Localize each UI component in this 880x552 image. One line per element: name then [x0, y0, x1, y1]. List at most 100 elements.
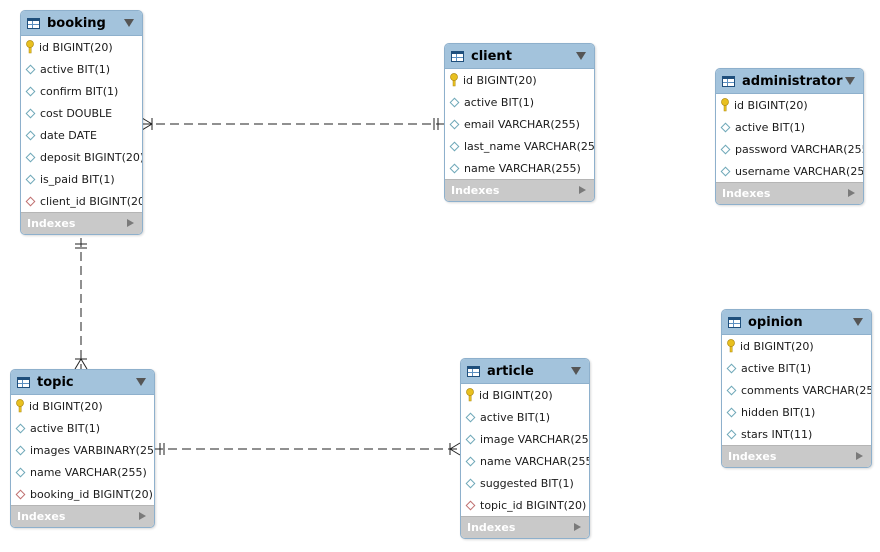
primary-key-icon [16, 399, 24, 413]
column-row[interactable]: active BIT(1) [11, 417, 154, 439]
column-row[interactable]: username VARCHAR(255) [716, 160, 863, 182]
indexes-section[interactable]: Indexes [21, 212, 142, 234]
indexes-label: Indexes [451, 184, 500, 197]
column-row[interactable]: comments VARCHAR(255) [722, 379, 871, 401]
column-row[interactable]: id BIGINT(20) [716, 94, 863, 116]
table-client[interactable]: client id BIGINT(20) active BIT(1) email V… [444, 43, 595, 202]
column-row[interactable]: topic_id BIGINT(20) [461, 494, 589, 516]
table-administrator[interactable]: administrator id BIGINT(20) active BIT(1)… [715, 68, 864, 205]
table-topic[interactable]: topic id BIGINT(20) active BIT(1) images V… [10, 369, 155, 528]
column-diamond-icon [25, 174, 36, 184]
indexes-section[interactable]: Indexes [461, 516, 589, 538]
column-diamond-icon [726, 407, 737, 417]
column-label: id BIGINT(20) [740, 339, 814, 353]
relationship-topic-booking[interactable] [74, 238, 88, 370]
table-header[interactable]: opinion [722, 310, 871, 335]
column-label: active BIT(1) [480, 410, 551, 424]
column-row[interactable]: name VARCHAR(255) [445, 157, 594, 179]
column-row[interactable]: images VARBINARY(255) [11, 439, 154, 461]
primary-key-icon [727, 339, 735, 353]
column-diamond-icon [726, 385, 737, 395]
collapse-arrow-icon[interactable] [136, 378, 146, 386]
table-icon [728, 316, 741, 328]
column-row[interactable]: id BIGINT(20) [445, 69, 594, 91]
column-row[interactable]: id BIGINT(20) [722, 335, 871, 357]
table-article[interactable]: article id BIGINT(20) active BIT(1) image … [460, 358, 590, 539]
foreign-key-diamond-icon [25, 196, 36, 206]
column-row[interactable]: id BIGINT(20) [21, 36, 142, 58]
table-opinion[interactable]: opinion id BIGINT(20) active BIT(1) commen… [721, 309, 872, 468]
column-row[interactable]: is_paid BIT(1) [21, 168, 142, 190]
column-row[interactable]: date DATE [21, 124, 142, 146]
column-row[interactable]: cost DOUBLE [21, 102, 142, 124]
column-row[interactable]: confirm BIT(1) [21, 80, 142, 102]
primary-key-icon [466, 388, 474, 402]
column-diamond-icon [15, 423, 26, 433]
column-label: deposit BIGINT(20) [40, 150, 143, 164]
table-header[interactable]: booking [21, 11, 142, 36]
expand-arrow-icon[interactable] [848, 189, 855, 197]
column-row[interactable]: suggested BIT(1) [461, 472, 589, 494]
column-row[interactable]: email VARCHAR(255) [445, 113, 594, 135]
column-row[interactable]: active BIT(1) [722, 357, 871, 379]
indexes-section[interactable]: Indexes [716, 182, 863, 204]
column-row[interactable]: active BIT(1) [445, 91, 594, 113]
table-header[interactable]: topic [11, 370, 154, 395]
table-name: booking [47, 15, 106, 31]
column-row[interactable]: id BIGINT(20) [461, 384, 589, 406]
indexes-section[interactable]: Indexes [722, 445, 871, 467]
column-row[interactable]: deposit BIGINT(20) [21, 146, 142, 168]
collapse-arrow-icon[interactable] [576, 52, 586, 60]
indexes-section[interactable]: Indexes [11, 505, 154, 527]
table-booking[interactable]: booking id BIGINT(20) active BIT(1) confir… [20, 10, 143, 235]
column-diamond-icon [465, 478, 476, 488]
primary-key-icon [721, 98, 729, 112]
column-diamond-icon [25, 108, 36, 118]
collapse-arrow-icon[interactable] [124, 19, 134, 27]
column-diamond-icon [25, 152, 36, 162]
column-label: name VARCHAR(255) [464, 161, 581, 175]
column-label: confirm BIT(1) [40, 84, 119, 98]
column-diamond-icon [449, 163, 460, 173]
column-row[interactable]: name VARCHAR(255) [11, 461, 154, 483]
column-diamond-icon [15, 467, 26, 477]
primary-key-icon [26, 40, 34, 54]
primary-key-icon [450, 73, 458, 87]
expand-arrow-icon[interactable] [856, 452, 863, 460]
column-diamond-icon [720, 144, 731, 154]
column-row[interactable]: active BIT(1) [461, 406, 589, 428]
collapse-arrow-icon[interactable] [571, 367, 581, 375]
column-row[interactable]: active BIT(1) [21, 58, 142, 80]
indexes-label: Indexes [27, 217, 76, 230]
indexes-label: Indexes [722, 187, 771, 200]
expand-arrow-icon[interactable] [127, 219, 134, 227]
column-row[interactable]: client_id BIGINT(20) [21, 190, 142, 212]
column-label: id BIGINT(20) [479, 388, 553, 402]
column-row[interactable]: active BIT(1) [716, 116, 863, 138]
table-icon [451, 50, 464, 62]
expand-arrow-icon[interactable] [139, 512, 146, 520]
column-row[interactable]: id BIGINT(20) [11, 395, 154, 417]
column-row[interactable]: last_name VARCHAR(255) [445, 135, 594, 157]
collapse-arrow-icon[interactable] [853, 318, 863, 326]
column-row[interactable]: name VARCHAR(255) [461, 450, 589, 472]
table-header[interactable]: client [445, 44, 594, 69]
column-label: id BIGINT(20) [734, 98, 808, 112]
expand-arrow-icon[interactable] [574, 523, 581, 531]
table-header[interactable]: article [461, 359, 589, 384]
column-label: comments VARCHAR(255) [741, 383, 872, 397]
column-row[interactable]: stars INT(11) [722, 423, 871, 445]
relationship-article-topic[interactable] [154, 442, 461, 456]
table-icon [467, 365, 480, 377]
expand-arrow-icon[interactable] [579, 186, 586, 194]
column-row[interactable]: booking_id BIGINT(20) [11, 483, 154, 505]
column-label: active BIT(1) [30, 421, 101, 435]
column-label: stars INT(11) [741, 427, 813, 441]
column-row[interactable]: password VARCHAR(255) [716, 138, 863, 160]
table-header[interactable]: administrator [716, 69, 863, 94]
column-row[interactable]: image VARCHAR(255) [461, 428, 589, 450]
column-row[interactable]: hidden BIT(1) [722, 401, 871, 423]
relationship-booking-client[interactable] [141, 117, 444, 131]
collapse-arrow-icon[interactable] [845, 77, 855, 85]
indexes-section[interactable]: Indexes [445, 179, 594, 201]
